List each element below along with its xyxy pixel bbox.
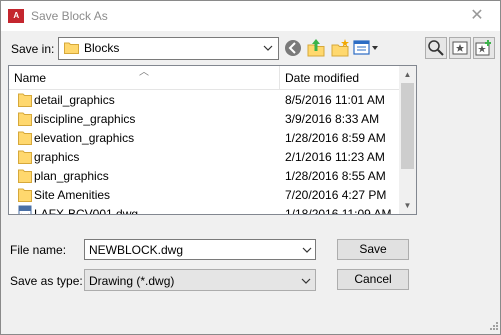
list-item-date: 7/20/2016 4:27 PM: [285, 188, 387, 202]
star-icon: [452, 41, 468, 55]
close-button[interactable]: ✕: [454, 1, 500, 31]
file-list-header: Name ︿ Date modified: [9, 66, 399, 90]
folder-icon: [18, 93, 32, 107]
vertical-scrollbar[interactable]: ▲ ▼: [399, 66, 416, 214]
list-item-name: detail_graphics: [34, 93, 115, 107]
column-date-header[interactable]: Date modified: [285, 71, 359, 85]
save-type-label: Save as type:: [10, 274, 83, 288]
file-name-input[interactable]: NEWBLOCK.dwg: [84, 239, 316, 260]
views-menu-icon[interactable]: [353, 37, 381, 59]
chevron-down-icon: [301, 278, 311, 284]
cancel-button[interactable]: Cancel: [337, 269, 409, 290]
list-item-date: 1/28/2016 8:55 AM: [285, 169, 386, 183]
list-item-date: 1/18/2016 11:09 AM: [285, 207, 392, 215]
search-tool-button[interactable]: [425, 37, 447, 59]
scroll-thumb[interactable]: [401, 83, 414, 169]
back-arrow-icon[interactable]: [284, 37, 302, 59]
list-item[interactable]: elevation_graphics 1/28/2016 8:59 AM: [9, 128, 399, 147]
dwg-file-icon: [18, 205, 32, 214]
file-name-value: NEWBLOCK.dwg: [89, 243, 184, 257]
list-item[interactable]: Site Amenities 7/20/2016 4:27 PM: [9, 185, 399, 204]
add-favorite-icon: [475, 40, 491, 56]
save-in-dropdown[interactable]: Blocks: [58, 37, 279, 60]
folder-icon: [18, 112, 32, 126]
list-item-name: graphics: [34, 150, 80, 164]
save-in-label: Save in:: [11, 42, 55, 56]
new-folder-icon[interactable]: [330, 37, 350, 59]
file-list[interactable]: Name ︿ Date modified detail_graphics 8/5/…: [8, 65, 417, 215]
save-type-dropdown[interactable]: Drawing (*.dwg): [84, 269, 316, 291]
title-bar[interactable]: A Save Block As ✕: [1, 1, 500, 31]
scroll-up-icon[interactable]: ▲: [399, 66, 416, 83]
chevron-down-icon: [263, 45, 273, 51]
list-item-name: plan_graphics: [34, 169, 109, 183]
up-folder-icon[interactable]: [306, 37, 326, 59]
folder-icon: [18, 169, 32, 183]
list-item-date: 1/28/2016 8:59 AM: [285, 131, 386, 145]
list-item-name: Site Amenities: [34, 188, 111, 202]
dialog-title: Save Block As: [31, 9, 108, 23]
file-name-label: File name:: [10, 243, 67, 257]
scroll-down-icon[interactable]: ▼: [399, 197, 416, 214]
close-icon: ✕: [470, 7, 484, 24]
save-type-value: Drawing (*.dwg): [89, 274, 175, 288]
list-item-date: 3/9/2016 8:33 AM: [285, 112, 380, 126]
folder-icon: [18, 188, 32, 202]
list-item-name: LAFX-BCV001.dwg: [34, 207, 139, 215]
resize-grip-icon[interactable]: [488, 322, 498, 332]
list-item[interactable]: plan_graphics 1/28/2016 8:55 AM: [9, 166, 399, 185]
list-item[interactable]: discipline_graphics 3/9/2016 8:33 AM: [9, 109, 399, 128]
column-divider[interactable]: [279, 66, 280, 89]
favorites-button[interactable]: [449, 37, 471, 59]
list-item[interactable]: LAFX-BCV001.dwg 1/18/2016 11:09 AM: [9, 204, 399, 215]
list-item[interactable]: graphics 2/1/2016 11:23 AM: [9, 147, 399, 166]
folder-icon: [64, 42, 79, 54]
sort-ascending-icon: ︿: [139, 67, 149, 78]
save-in-value: Blocks: [84, 41, 120, 55]
add-favorite-button[interactable]: [473, 37, 495, 59]
magnifier-icon: [428, 40, 444, 56]
list-item-name: discipline_graphics: [34, 112, 136, 126]
list-item-date: 2/1/2016 11:23 AM: [285, 150, 385, 164]
chevron-down-icon[interactable]: [302, 245, 312, 255]
list-item[interactable]: detail_graphics 8/5/2016 11:01 AM: [9, 90, 399, 109]
app-icon: A: [8, 9, 24, 23]
list-item-name: elevation_graphics: [34, 131, 135, 145]
save-block-dialog: A Save Block As ✕ Save in: Blocks Name ︿…: [0, 0, 501, 335]
folder-icon: [18, 150, 32, 164]
column-name-header[interactable]: Name: [14, 71, 46, 85]
folder-icon: [18, 131, 32, 145]
save-button[interactable]: Save: [337, 239, 409, 260]
list-item-date: 8/5/2016 11:01 AM: [285, 93, 385, 107]
